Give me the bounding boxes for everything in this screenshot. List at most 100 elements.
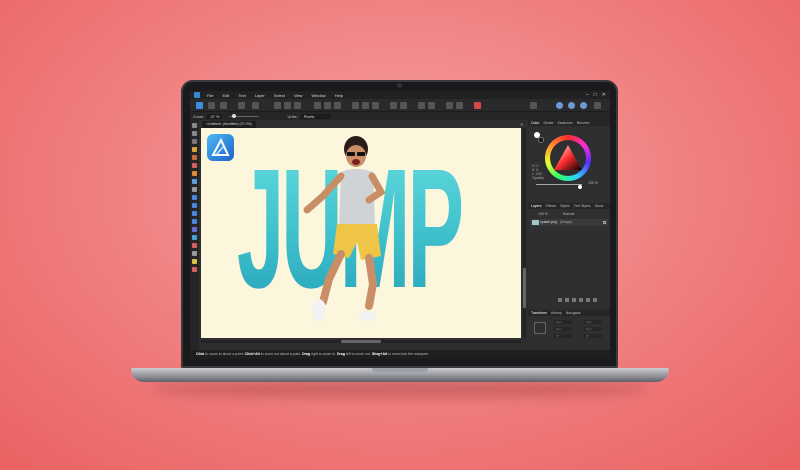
vertical-scrollbar[interactable] xyxy=(523,128,526,338)
zoom-field[interactable]: 37 % xyxy=(207,113,223,119)
menu-help[interactable]: Help xyxy=(335,93,343,98)
preferences-icon[interactable] xyxy=(580,102,587,109)
tab-stroke[interactable]: Stroke xyxy=(543,121,553,125)
designer-persona-icon[interactable] xyxy=(196,102,203,109)
shape-tool-icon[interactable] xyxy=(192,203,197,208)
color-wheel[interactable] xyxy=(545,135,591,181)
ellipse-tool-icon[interactable] xyxy=(192,195,197,200)
rotation-field[interactable]: 0° xyxy=(554,334,572,338)
vertical-scroll-thumb[interactable] xyxy=(523,268,526,308)
boolean-add-icon[interactable] xyxy=(352,102,359,109)
tab-stock[interactable]: Stock xyxy=(595,204,604,208)
view-tool-icon[interactable] xyxy=(192,259,197,264)
assistant-icon[interactable] xyxy=(252,102,259,109)
snap-options-icon[interactable] xyxy=(284,102,291,109)
guides-icon[interactable] xyxy=(456,102,463,109)
menu-layer[interactable]: Layer xyxy=(255,93,265,98)
document-tab[interactable]: <Untitled> (Modified) (37.0%) xyxy=(202,121,256,128)
swatch-icon[interactable] xyxy=(568,102,575,109)
document-canvas[interactable]: JUMP xyxy=(201,128,521,338)
tab-transform[interactable]: Transform xyxy=(531,311,547,315)
menu-view[interactable]: View xyxy=(294,93,303,98)
brush-tool-icon[interactable] xyxy=(192,163,197,168)
color-picker-tool-icon[interactable] xyxy=(192,243,197,248)
mask-icon[interactable] xyxy=(565,298,569,302)
table-tool-icon[interactable] xyxy=(192,227,197,232)
color-picker-icon[interactable] xyxy=(556,102,563,109)
export-persona-icon[interactable] xyxy=(220,102,227,109)
text-tool-icon[interactable] xyxy=(192,211,197,216)
menu-window[interactable]: Window xyxy=(311,93,325,98)
close-document-icon[interactable]: ✕ xyxy=(520,122,523,127)
arrange-icon[interactable] xyxy=(294,102,301,109)
x-field[interactable]: 0 px xyxy=(554,320,572,324)
pixel-persona-icon[interactable] xyxy=(208,102,215,109)
place-image-tool-icon[interactable] xyxy=(192,235,197,240)
menu-select[interactable]: Select xyxy=(274,93,285,98)
view-mode-icon[interactable] xyxy=(530,102,537,109)
rotate-right-icon[interactable] xyxy=(428,102,435,109)
color-triangle[interactable] xyxy=(553,144,583,172)
tab-text-styles[interactable]: Text Styles xyxy=(574,204,591,208)
align-right-icon[interactable] xyxy=(334,102,341,109)
menu-edit[interactable]: Edit xyxy=(222,93,229,98)
tab-effects[interactable]: Effects xyxy=(546,204,557,208)
adjustment-icon[interactable] xyxy=(572,298,576,302)
tab-history[interactable]: History xyxy=(551,311,562,315)
y-field[interactable]: 0 px xyxy=(584,320,602,324)
pen-tool-icon[interactable] xyxy=(192,147,197,152)
document-setup-icon[interactable] xyxy=(238,102,245,109)
blend-mode-select[interactable]: Normal xyxy=(563,212,574,216)
pencil-tool-icon[interactable] xyxy=(192,155,197,160)
shear-field[interactable]: 0° xyxy=(584,334,602,338)
transparency-tool-icon[interactable] xyxy=(192,179,197,184)
frame-text-tool-icon[interactable] xyxy=(192,219,197,224)
fx-icon[interactable] xyxy=(579,298,583,302)
zoom-slider-knob[interactable] xyxy=(232,114,237,118)
stroke-color-swatch[interactable] xyxy=(538,137,544,143)
add-layer-icon[interactable] xyxy=(558,298,562,302)
tab-styles[interactable]: Styles xyxy=(560,204,570,208)
tab-layers[interactable]: Layers xyxy=(531,204,542,208)
flip-horizontal-icon[interactable] xyxy=(390,102,397,109)
width-field[interactable]: 0 px xyxy=(554,327,572,331)
opacity-value[interactable]: 100 % xyxy=(588,181,598,185)
node-tool-icon[interactable] xyxy=(192,131,197,136)
snap-icon[interactable] xyxy=(274,102,281,109)
foreground-color-icon[interactable] xyxy=(192,267,197,272)
opacity-slider[interactable] xyxy=(536,184,582,189)
flip-vertical-icon[interactable] xyxy=(400,102,407,109)
menu-file[interactable]: File xyxy=(207,93,213,98)
height-field[interactable]: 0 px xyxy=(584,327,602,331)
maximize-button[interactable]: □ xyxy=(594,92,597,98)
boolean-subtract-icon[interactable] xyxy=(362,102,369,109)
zoom-tool-icon[interactable] xyxy=(192,251,197,256)
layer-item[interactable]: splash.png (Image) xyxy=(530,219,608,226)
close-window-button[interactable]: ✕ xyxy=(602,92,606,98)
layer-opacity-field[interactable]: 100 % xyxy=(538,212,548,216)
group-icon[interactable] xyxy=(586,298,590,302)
align-center-icon[interactable] xyxy=(324,102,331,109)
rotate-left-icon[interactable] xyxy=(418,102,425,109)
tab-brushes[interactable]: Brushes xyxy=(577,121,590,125)
align-left-icon[interactable] xyxy=(314,102,321,109)
grid-icon[interactable] xyxy=(446,102,453,109)
units-select[interactable]: Pixels xyxy=(300,113,331,119)
horizontal-scrollbar[interactable] xyxy=(201,340,521,343)
tab-navigator[interactable]: Navigator xyxy=(566,311,581,315)
anchor-selector[interactable] xyxy=(534,322,546,334)
layer-visibility-checkbox[interactable] xyxy=(603,221,606,224)
opacity-slider-knob[interactable] xyxy=(578,185,582,189)
snapping-magnet-icon[interactable] xyxy=(474,102,481,109)
tab-swatches[interactable]: Swatches xyxy=(558,121,573,125)
horizontal-scroll-thumb[interactable] xyxy=(341,340,381,343)
fill-tool-icon[interactable] xyxy=(192,171,197,176)
menu-text[interactable]: Text xyxy=(238,93,245,98)
minimize-button[interactable]: – xyxy=(586,92,589,98)
rectangle-tool-icon[interactable] xyxy=(192,187,197,192)
crop-tool-icon[interactable] xyxy=(192,139,197,144)
zoom-slider[interactable] xyxy=(229,114,260,118)
delete-layer-icon[interactable] xyxy=(593,298,597,302)
tab-color[interactable]: Color xyxy=(531,121,539,125)
boolean-intersect-icon[interactable] xyxy=(372,102,379,109)
